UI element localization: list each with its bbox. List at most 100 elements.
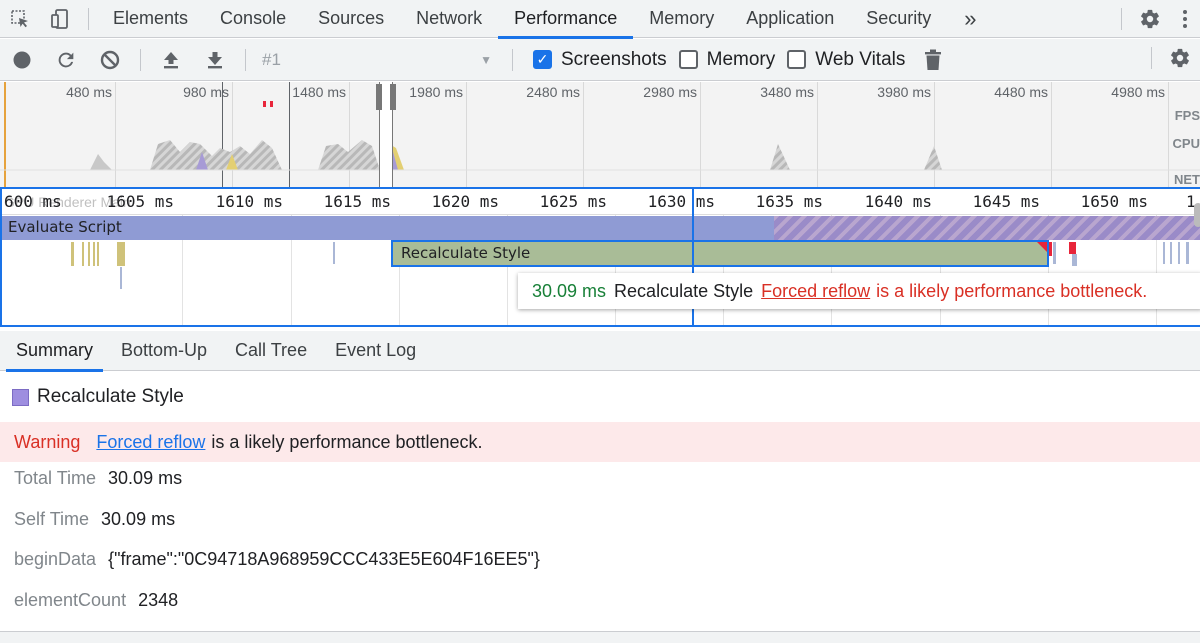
tab-application[interactable]: Application xyxy=(730,0,850,38)
warning-row: Warning Forced reflow is a likely perfor… xyxy=(0,422,1200,462)
tab-summary[interactable]: Summary xyxy=(2,331,107,372)
settings-gear-icon[interactable] xyxy=(1130,0,1170,38)
tab-label: Network xyxy=(416,8,483,28)
drawer-edge xyxy=(0,631,1200,643)
self-time-row: Self Time 30.09 ms xyxy=(14,509,175,530)
screenshots-checkbox[interactable]: ✓ Screenshots xyxy=(533,49,667,71)
overview-selection[interactable] xyxy=(376,82,396,187)
details-tab-bar: Summary Bottom-Up Call Tree Event Log xyxy=(0,331,1200,372)
task-slice[interactable] xyxy=(1178,242,1180,264)
tab-performance[interactable]: Performance xyxy=(498,0,634,39)
task-slice[interactable] xyxy=(1170,242,1172,264)
tooltip-warning-text: is a likely performance bottleneck. xyxy=(876,280,1148,301)
tab-label: Bottom-Up xyxy=(121,340,208,360)
frame-marker xyxy=(270,101,273,107)
tab-console[interactable]: Console xyxy=(204,0,302,38)
task-slice[interactable] xyxy=(88,242,90,266)
detail-key: Self Time xyxy=(14,509,90,529)
forced-reflow-marker[interactable] xyxy=(1069,242,1076,254)
task-slice[interactable] xyxy=(1186,242,1189,264)
clear-icon xyxy=(100,50,120,69)
ruler-tick: 1615 ms xyxy=(323,192,391,211)
timeline-overview[interactable]: 480 ms 980 ms 1480 ms 1980 ms 2480 ms 29… xyxy=(0,82,1200,187)
web-vitals-checkbox[interactable]: Web Vitals xyxy=(787,49,905,71)
clear-button[interactable] xyxy=(88,39,132,81)
task-slice[interactable] xyxy=(117,242,125,266)
devtools-tab-bar: Elements Console Sources Network Perform… xyxy=(0,0,1200,39)
toolbar-divider xyxy=(512,48,513,71)
flame-time-ruler: GPU Renderer Main 600 ms 1605 ms 1610 ms… xyxy=(2,189,1200,215)
task-slice[interactable] xyxy=(97,242,99,266)
summary-panel: Recalculate Style Warning Forced reflow … xyxy=(0,372,1200,643)
summary-event-name: Recalculate Style xyxy=(37,386,184,407)
forced-reflow-marker[interactable] xyxy=(1049,242,1052,256)
selection-handle-left[interactable] xyxy=(376,84,382,110)
warning-label: Warning xyxy=(14,431,81,452)
task-slice[interactable] xyxy=(82,242,84,266)
trash-icon xyxy=(925,49,942,70)
recalculate-style-bar[interactable]: Recalculate Style xyxy=(391,240,1049,267)
vertical-scrollbar[interactable] xyxy=(1194,203,1200,227)
more-options-icon[interactable] xyxy=(1170,10,1200,28)
ruler-tick: 1605 ms xyxy=(106,192,174,211)
recalculate-style-label: Recalculate Style xyxy=(401,244,531,262)
tab-label: Security xyxy=(866,8,932,28)
ruler-tick: 1645 ms xyxy=(972,192,1040,211)
task-slice[interactable] xyxy=(93,242,95,266)
tooltip-event-name: Recalculate Style xyxy=(614,280,754,301)
begin-data-row: beginData {"frame":"0C94718A968959CCC433… xyxy=(14,549,540,570)
event-tooltip: 30.09 ms Recalculate Style Forced reflow… xyxy=(518,273,1200,309)
task-slice[interactable] xyxy=(120,267,122,289)
task-slice[interactable] xyxy=(1053,242,1056,264)
element-count-row: elementCount 2348 xyxy=(14,590,178,611)
tab-security[interactable]: Security xyxy=(850,0,947,38)
warning-corner-icon xyxy=(1037,242,1047,252)
selection-handle-right[interactable] xyxy=(390,84,396,110)
task-slice[interactable] xyxy=(71,242,74,266)
reload-profile-button[interactable] xyxy=(44,39,88,81)
tab-label: Summary xyxy=(16,340,94,360)
tab-label: Sources xyxy=(318,8,385,28)
forced-reflow-link[interactable]: Forced reflow xyxy=(96,432,205,453)
toolbar-divider xyxy=(88,7,89,30)
task-slice[interactable] xyxy=(1163,242,1165,264)
checkbox-unchecked-icon xyxy=(787,50,807,69)
tab-label: Elements xyxy=(113,8,189,28)
ruler-tick: 1620 ms xyxy=(431,192,499,211)
toolbar-divider xyxy=(1151,47,1152,69)
tooltip-forced-reflow-link[interactable]: Forced reflow xyxy=(761,281,870,302)
ruler-tick: 600 ms xyxy=(4,192,62,211)
device-toolbar-icon[interactable] xyxy=(40,0,80,38)
tab-network[interactable]: Network xyxy=(400,0,498,38)
frame-marker xyxy=(263,101,266,107)
tab-label: Application xyxy=(746,8,835,28)
checkbox-label: Memory xyxy=(706,48,776,70)
detail-value: 30.09 ms xyxy=(101,509,176,529)
toolbar-divider xyxy=(140,48,141,71)
memory-checkbox[interactable]: Memory xyxy=(678,48,776,71)
inspect-element-icon[interactable] xyxy=(0,0,40,38)
task-slice[interactable] xyxy=(333,242,335,264)
task-slice[interactable] xyxy=(1072,254,1077,266)
load-profile-button[interactable] xyxy=(149,39,193,81)
collect-garbage-button[interactable] xyxy=(911,39,955,81)
more-tabs-button[interactable]: » xyxy=(947,0,993,38)
tab-label: Call Tree xyxy=(235,340,308,360)
profile-select[interactable]: #1 ▼ xyxy=(254,39,504,81)
tab-label: Performance xyxy=(514,8,618,28)
capture-settings-gear-icon[interactable] xyxy=(1160,39,1200,77)
main-thread-flame-chart[interactable]: GPU Renderer Main 600 ms 1605 ms 1610 ms… xyxy=(0,187,1200,327)
record-button[interactable] xyxy=(0,39,44,81)
save-profile-button[interactable] xyxy=(193,39,237,81)
checkbox-checked-icon: ✓ xyxy=(533,50,552,69)
long-task-hatch xyxy=(774,216,1200,240)
tab-elements[interactable]: Elements xyxy=(97,0,204,38)
tab-event-log[interactable]: Event Log xyxy=(321,331,430,371)
tab-sources[interactable]: Sources xyxy=(302,0,400,38)
tab-call-tree[interactable]: Call Tree xyxy=(221,331,321,371)
tab-memory[interactable]: Memory xyxy=(633,0,730,38)
evaluate-script-label: Evaluate Script xyxy=(8,218,122,236)
detail-key: Total Time xyxy=(14,468,97,488)
tab-bottom-up[interactable]: Bottom-Up xyxy=(107,331,221,371)
tab-label: Console xyxy=(220,8,287,28)
